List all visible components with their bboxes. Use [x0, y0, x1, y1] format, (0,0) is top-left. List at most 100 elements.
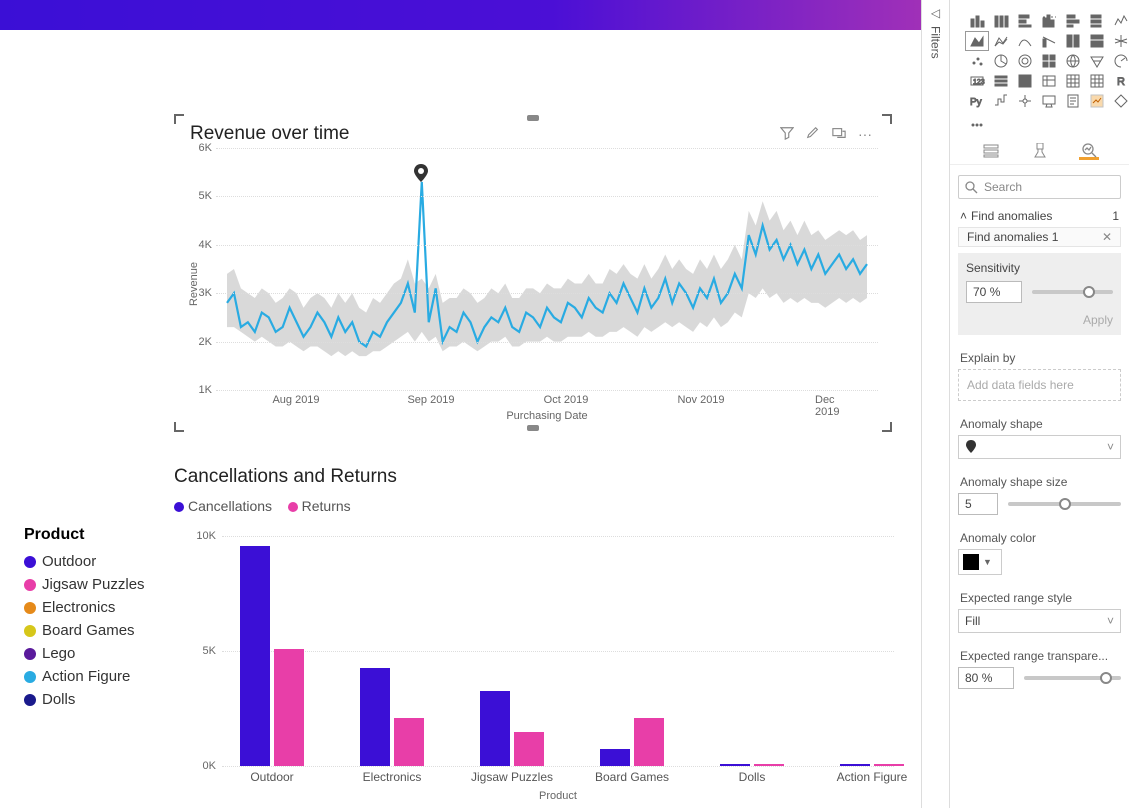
bar[interactable]	[600, 749, 630, 766]
shape-size-input[interactable]: 5	[958, 493, 998, 515]
cancellations-returns-visual[interactable]: Cancellations and Returns Cancellations …	[174, 466, 894, 806]
explain-by-dropzone[interactable]: Add data fields here	[958, 369, 1121, 401]
product-slicer[interactable]: Product OutdoorJigsaw PuzzlesElectronics…	[24, 526, 164, 711]
brush-icon[interactable]	[806, 126, 820, 142]
resize-handle[interactable]	[174, 114, 184, 124]
bar[interactable]	[274, 649, 304, 766]
viz-type-icon[interactable]	[1110, 52, 1129, 70]
anomaly-shape-size-label: Anomaly shape size	[960, 475, 1119, 489]
expected-range-style-select[interactable]: Fill ˅	[958, 609, 1121, 633]
viz-type-icon[interactable]	[1086, 52, 1108, 70]
search-input[interactable]: Search	[958, 175, 1121, 199]
viz-type-icon[interactable]	[1086, 32, 1108, 50]
resize-handle[interactable]	[527, 425, 539, 431]
viz-type-icon[interactable]	[1014, 72, 1036, 90]
viz-type-icon[interactable]	[990, 32, 1012, 50]
viz-type-icon[interactable]	[1062, 12, 1084, 30]
viz-type-icon[interactable]	[1038, 92, 1060, 110]
filters-pane-collapsed[interactable]: ◁ Filters	[921, 0, 949, 808]
anomaly-shape-select[interactable]: ˅	[958, 435, 1121, 459]
slicer-item[interactable]: Electronics	[24, 596, 164, 619]
fields-tab-icon[interactable]	[981, 142, 1001, 160]
viz-type-icon[interactable]: R	[1110, 72, 1129, 90]
viz-type-icon[interactable]	[990, 92, 1012, 110]
range-transp-input[interactable]: 80 %	[958, 667, 1014, 689]
viz-type-icon[interactable]	[966, 112, 988, 130]
viz-type-icon[interactable]: Py	[966, 92, 988, 110]
viz-type-icon[interactable]	[1086, 72, 1108, 90]
revenue-over-time-visual[interactable]: Revenue over time ··· Revenue 1K2K3K4K5K…	[178, 118, 888, 428]
slicer-item-label: Outdoor	[42, 553, 96, 570]
shape-size-slider[interactable]	[1008, 502, 1121, 506]
bar[interactable]	[634, 718, 664, 766]
viz-type-icon[interactable]	[966, 32, 988, 50]
viz-type-icon[interactable]	[1110, 12, 1129, 30]
viz-type-icon[interactable]	[1086, 12, 1108, 30]
anomaly-card[interactable]: Find anomalies 1 ✕	[958, 227, 1121, 247]
section-label: Find anomalies	[971, 209, 1052, 223]
bar[interactable]	[480, 691, 510, 766]
slicer-item[interactable]: Action Figure	[24, 665, 164, 688]
viz-type-icon[interactable]	[1014, 12, 1036, 30]
canvas-body[interactable]: Revenue over time ··· Revenue 1K2K3K4K5K…	[0, 30, 921, 808]
viz-type-icon[interactable]	[990, 52, 1012, 70]
viz-type-icon[interactable]	[1110, 32, 1129, 50]
bar[interactable]	[240, 546, 270, 766]
viz-type-icon[interactable]	[1062, 32, 1084, 50]
range-transp-slider[interactable]	[1024, 676, 1121, 680]
viz-type-icon[interactable]	[1038, 52, 1060, 70]
x-tick: Board Games	[595, 770, 669, 784]
bar[interactable]	[360, 668, 390, 766]
slicer-item[interactable]: Lego	[24, 642, 164, 665]
bar[interactable]	[514, 732, 544, 767]
apply-button[interactable]: Apply	[966, 313, 1113, 327]
resize-handle[interactable]	[882, 114, 892, 124]
resize-handle[interactable]	[174, 422, 184, 432]
expand-filters-icon[interactable]: ◁	[931, 6, 940, 20]
anomaly-color-picker[interactable]: ▼	[958, 549, 1002, 575]
bar[interactable]	[874, 764, 904, 766]
viz-type-icon[interactable]	[990, 72, 1012, 90]
slicer-item[interactable]: Dolls	[24, 688, 164, 711]
viz-type-icon[interactable]	[1014, 32, 1036, 50]
viz-type-icon[interactable]	[1038, 12, 1060, 30]
find-anomalies-section-header[interactable]: ˄ Find anomalies 1	[950, 205, 1129, 227]
slicer-item[interactable]: Jigsaw Puzzles	[24, 573, 164, 596]
viz-type-icon[interactable]	[966, 52, 988, 70]
analytics-tab-icon[interactable]	[1079, 142, 1099, 160]
viz-type-icon[interactable]	[1062, 72, 1084, 90]
remove-card-icon[interactable]: ✕	[1102, 230, 1112, 244]
focus-mode-icon[interactable]	[832, 126, 846, 142]
visual-header-actions: ···	[780, 126, 872, 142]
filter-icon[interactable]	[780, 126, 794, 142]
anomaly-marker-icon[interactable]	[414, 164, 428, 182]
sensitivity-slider[interactable]	[1032, 290, 1113, 294]
slicer-item[interactable]: Outdoor	[24, 550, 164, 573]
bar[interactable]	[754, 764, 784, 766]
legend-swatch	[24, 625, 36, 637]
sensitivity-input[interactable]: 70 %	[966, 281, 1022, 303]
viz-type-icon[interactable]: 123	[966, 72, 988, 90]
viz-type-icon[interactable]	[1062, 92, 1084, 110]
viz-type-icon[interactable]	[1038, 32, 1060, 50]
viz-type-icon[interactable]	[1086, 92, 1108, 110]
more-options-icon[interactable]: ···	[858, 126, 872, 142]
legend-item[interactable]: Cancellations	[188, 498, 272, 514]
viz-type-icon[interactable]	[1014, 52, 1036, 70]
resize-handle[interactable]	[527, 115, 539, 121]
resize-handle[interactable]	[882, 422, 892, 432]
gridline	[216, 148, 878, 149]
bar[interactable]	[840, 764, 870, 766]
bar[interactable]	[394, 718, 424, 766]
bar[interactable]	[720, 764, 750, 766]
legend-item[interactable]: Returns	[302, 498, 351, 514]
viz-type-icon[interactable]	[1038, 72, 1060, 90]
viz-type-icon[interactable]	[990, 12, 1012, 30]
format-tab-icon[interactable]	[1030, 142, 1050, 160]
slicer-item[interactable]: Board Games	[24, 619, 164, 642]
viz-type-icon[interactable]	[1062, 52, 1084, 70]
viz-type-icon[interactable]	[1110, 92, 1129, 110]
viz-type-icon[interactable]	[1014, 92, 1036, 110]
y-tick: 1K	[199, 384, 212, 396]
viz-type-icon[interactable]	[966, 12, 988, 30]
